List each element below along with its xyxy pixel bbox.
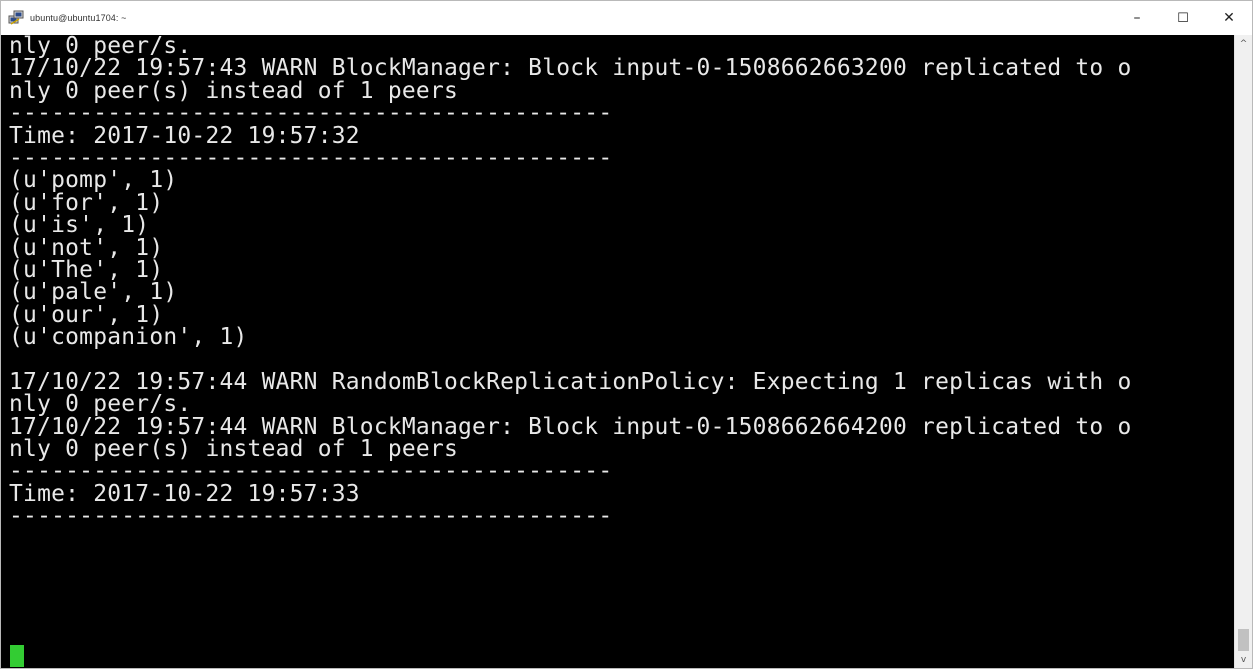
terminal-line: 17/10/22 19:57:44 WARN RandomBlockReplic… <box>9 368 1132 395</box>
terminal-line: ----------------------------------------… <box>9 503 613 530</box>
terminal-line: Time: 2017-10-22 19:57:32 <box>9 122 360 149</box>
terminal-line: (u'pomp', 1) <box>9 167 178 194</box>
scroll-thumb[interactable] <box>1238 629 1249 651</box>
minimize-button[interactable]: – <box>1114 1 1160 35</box>
maximize-button[interactable]: ☐ <box>1160 1 1206 35</box>
terminal-line: 17/10/22 19:57:43 WARN BlockManager: Blo… <box>9 55 1132 82</box>
terminal-line: (u'for', 1) <box>9 189 164 216</box>
window-controls: – ☐ ✕ <box>1114 1 1252 35</box>
window-title: ubuntu@ubuntu1704: ~ <box>30 13 127 23</box>
terminal-line: (u'not', 1) <box>9 234 164 261</box>
vertical-scrollbar[interactable]: ^ v <box>1234 35 1252 668</box>
scroll-down-icon[interactable]: v <box>1235 651 1252 668</box>
terminal-line: 17/10/22 19:57:44 WARN BlockManager: Blo… <box>9 413 1132 440</box>
terminal-window: ubuntu@ubuntu1704: ~ – ☐ ✕ nly 0 peer/s.… <box>0 0 1253 669</box>
title-bar[interactable]: ubuntu@ubuntu1704: ~ – ☐ ✕ <box>1 1 1252 35</box>
terminal-line: nly 0 peer/s. <box>9 391 192 418</box>
terminal-line: (u'The', 1) <box>9 256 164 283</box>
terminal-line: nly 0 peer/s. <box>9 35 192 59</box>
terminal-line: ----------------------------------------… <box>9 458 613 485</box>
terminal-output[interactable]: nly 0 peer/s. 17/10/22 19:57:43 WARN Bloc… <box>1 35 1234 668</box>
minimize-icon: – <box>1133 10 1141 26</box>
terminal-line: nly 0 peer(s) instead of 1 peers <box>9 77 459 104</box>
terminal-text: nly 0 peer/s. 17/10/22 19:57:43 WARN Bloc… <box>1 35 1234 595</box>
terminal-line: (u'is', 1) <box>9 212 150 239</box>
terminal-line: ----------------------------------------… <box>9 144 613 171</box>
terminal-line: (u'companion', 1) <box>9 324 248 351</box>
putty-icon[interactable] <box>8 10 24 26</box>
terminal-line: Time: 2017-10-22 19:57:33 <box>9 480 360 507</box>
close-icon: ✕ <box>1223 10 1235 26</box>
terminal-line: ----------------------------------------… <box>9 100 613 127</box>
text-cursor <box>10 645 24 667</box>
terminal-line: nly 0 peer(s) instead of 1 peers <box>9 436 459 463</box>
close-button[interactable]: ✕ <box>1206 1 1252 35</box>
terminal-line: (u'pale', 1) <box>9 279 178 306</box>
terminal-line: (u'our', 1) <box>9 301 164 328</box>
scroll-up-icon[interactable]: ^ <box>1235 35 1252 52</box>
maximize-icon: ☐ <box>1177 10 1189 26</box>
